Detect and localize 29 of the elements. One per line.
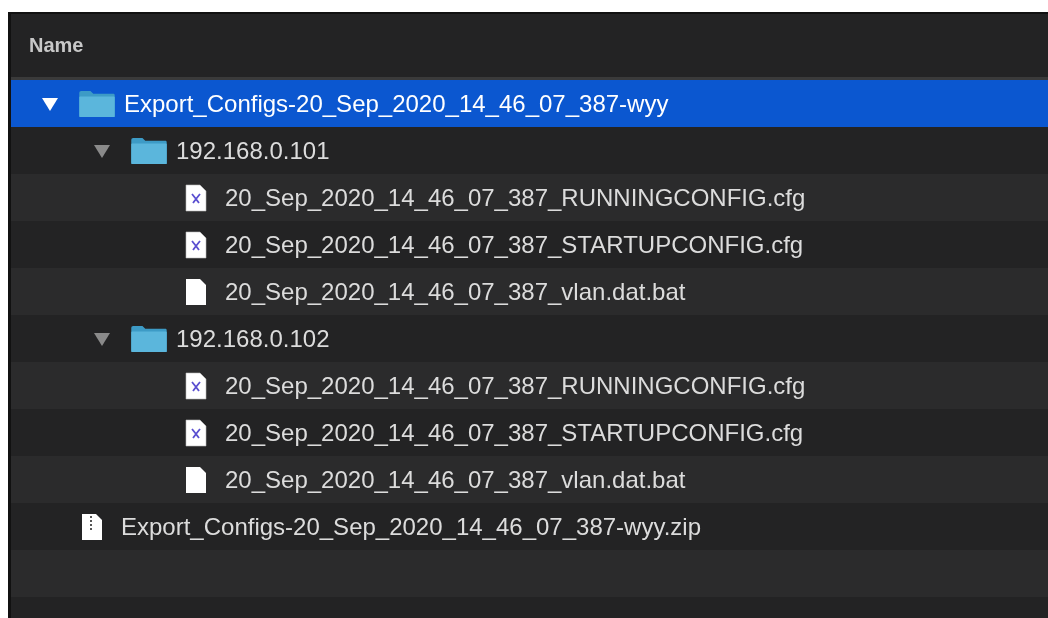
zip-file-icon <box>81 512 103 541</box>
file-row[interactable]: 20_Sep_2020_14_46_07_387_vlan.dat.bat <box>11 268 1048 315</box>
file-name: Export_Configs-20_Sep_2020_14_46_07_387-wyy.zip <box>121 512 701 541</box>
file-row[interactable]: 20_Sep_2020_14_46_07_387_RUNNINGCONFIG.cfg <box>11 174 1048 221</box>
folder-icon <box>130 136 168 165</box>
config-file-icon <box>185 183 207 212</box>
file-name: 192.168.0.101 <box>176 136 330 165</box>
expanded-triangle-icon[interactable] <box>93 142 111 159</box>
expanded-triangle-icon[interactable] <box>41 95 59 112</box>
file-name: 20_Sep_2020_14_46_07_387_RUNNINGCONFIG.cfg <box>225 183 806 212</box>
file-row[interactable]: Export_Configs-20_Sep_2020_14_46_07_387-wyy <box>11 80 1048 127</box>
file-name: 20_Sep_2020_14_46_07_387_RUNNINGCONFIG.cfg <box>225 371 806 400</box>
file-name: 20_Sep_2020_14_46_07_387_STARTUPCONFIG.cfg <box>225 230 804 259</box>
document-icon <box>185 465 207 494</box>
file-name: 20_Sep_2020_14_46_07_387_vlan.dat.bat <box>225 277 686 306</box>
column-header[interactable]: Name <box>29 34 84 57</box>
document-icon <box>185 277 207 306</box>
file-row[interactable]: 20_Sep_2020_14_46_07_387_vlan.dat.bat <box>11 456 1048 503</box>
file-row[interactable]: 20_Sep_2020_14_46_07_387_RUNNINGCONFIG.cfg <box>11 362 1048 409</box>
folder-icon <box>78 89 116 118</box>
config-file-icon <box>185 418 207 447</box>
config-file-icon <box>185 230 207 259</box>
file-name: 20_Sep_2020_14_46_07_387_STARTUPCONFIG.cfg <box>225 418 804 447</box>
file-name: 20_Sep_2020_14_46_07_387_vlan.dat.bat <box>225 465 686 494</box>
expanded-triangle-icon[interactable] <box>93 330 111 347</box>
file-name: 192.168.0.102 <box>176 324 330 353</box>
config-file-icon <box>185 371 207 400</box>
folder-icon <box>130 324 168 353</box>
file-name: Export_Configs-20_Sep_2020_14_46_07_387-wyy <box>124 89 669 118</box>
